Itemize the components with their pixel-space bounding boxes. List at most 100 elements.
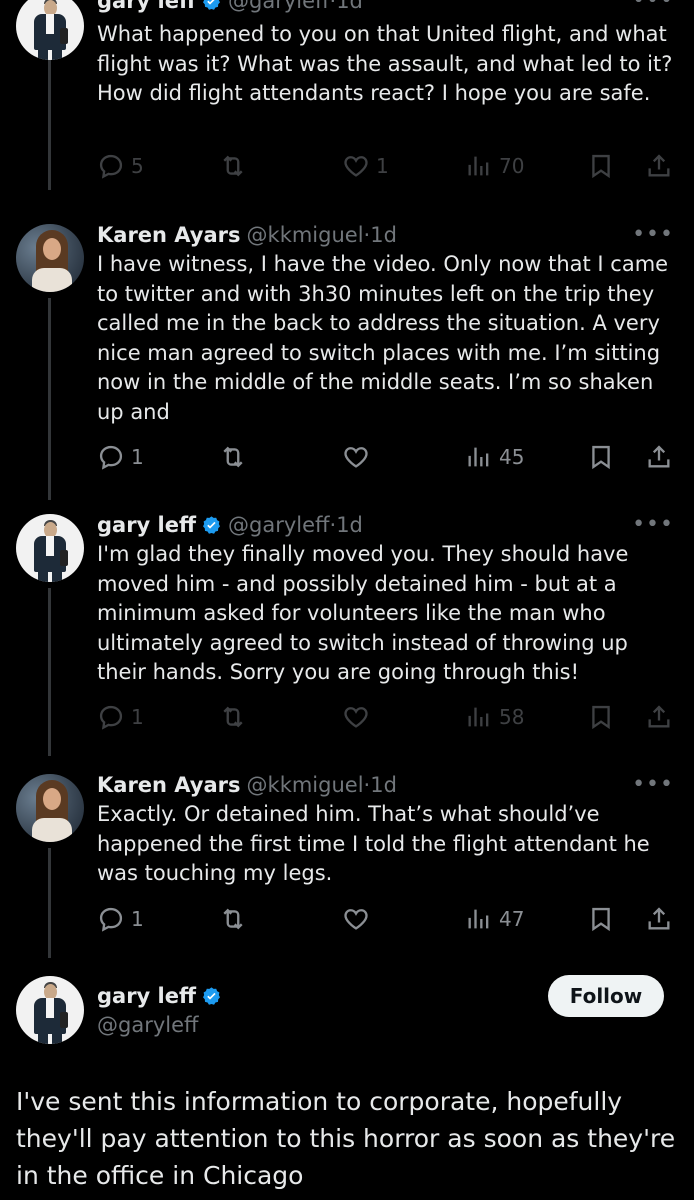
views-icon xyxy=(468,447,489,467)
tweet-header: Karen Ayars @kkmiguel · 1d xyxy=(97,770,397,800)
bookmark-icon xyxy=(592,154,610,179)
tweet-text: I'm glad they finally moved you. They sh… xyxy=(97,542,629,684)
avatar[interactable] xyxy=(16,224,84,292)
more-icon[interactable]: ••• xyxy=(632,222,674,247)
verified-badge-icon xyxy=(203,0,221,10)
like-button[interactable] xyxy=(342,441,376,473)
bookmark-button[interactable] xyxy=(587,150,615,182)
share-button[interactable] xyxy=(645,701,673,733)
avatar[interactable] xyxy=(16,774,84,842)
share-button[interactable] xyxy=(645,441,673,473)
reply-count: 1 xyxy=(131,705,144,729)
author-handle[interactable]: @garyleff xyxy=(228,513,329,537)
tweet-header: Karen Ayars @kkmiguel · 1d xyxy=(97,220,397,250)
reply-button[interactable]: 1 xyxy=(97,903,144,935)
reply-icon xyxy=(99,154,123,179)
tweet-actions: 1 45 xyxy=(97,441,677,473)
tweet-header: gary leff @garyleff · 1d xyxy=(97,510,363,540)
bookmark-button[interactable] xyxy=(587,701,615,733)
author-handle[interactable]: @garyleff xyxy=(228,0,329,13)
verified-badge-icon xyxy=(203,515,221,534)
retweet-button[interactable] xyxy=(219,903,253,935)
views-icon xyxy=(468,707,489,727)
views-count: 70 xyxy=(499,154,525,178)
main-tweet-handle-row: @garyleff xyxy=(97,1010,198,1040)
tweet-actions: 1 58 xyxy=(97,701,677,733)
author-handle[interactable]: @kkmiguel xyxy=(247,223,364,247)
tweet[interactable]: gary leff @garyleff · 1d ••• I'm glad th… xyxy=(0,510,694,760)
share-button[interactable] xyxy=(645,903,673,935)
like-button[interactable]: 1 xyxy=(342,150,389,182)
timestamp[interactable]: 1d xyxy=(336,513,363,537)
tweet[interactable]: Karen Ayars @kkmiguel · 1d ••• Exactly. … xyxy=(0,770,694,960)
like-button[interactable] xyxy=(342,701,376,733)
tweet-actions: 1 47 xyxy=(97,903,677,935)
separator: · xyxy=(329,513,337,537)
views-button[interactable]: 70 xyxy=(465,150,524,182)
reply-icon xyxy=(99,907,123,932)
avatar[interactable] xyxy=(16,976,84,1044)
tweet-text: I have witness, I have the video. Only n… xyxy=(97,252,669,424)
author-name[interactable]: gary leff xyxy=(97,513,196,537)
bookmark-button[interactable] xyxy=(587,441,615,473)
reply-button[interactable]: 5 xyxy=(97,150,144,182)
bookmark-icon xyxy=(592,705,610,730)
retweet-icon xyxy=(223,706,243,728)
timestamp[interactable]: 1d xyxy=(370,773,397,797)
retweet-icon xyxy=(223,446,243,468)
retweet-button[interactable] xyxy=(219,701,253,733)
timestamp[interactable]: 1d xyxy=(370,223,397,247)
avatar[interactable] xyxy=(16,514,84,582)
like-icon xyxy=(344,707,368,728)
more-icon[interactable]: ••• xyxy=(632,772,674,797)
main-tweet-text: I've sent this information to corporate,… xyxy=(16,1087,676,1190)
author-name[interactable]: Karen Ayars xyxy=(97,773,241,797)
bookmark-icon xyxy=(592,445,610,470)
reply-count: 5 xyxy=(131,154,144,178)
separator: · xyxy=(363,223,371,247)
author-handle[interactable]: @kkmiguel xyxy=(247,773,364,797)
tweet-text: What happened to you on that United flig… xyxy=(97,22,673,105)
author-name[interactable]: gary leff xyxy=(97,0,196,13)
reply-button[interactable]: 1 xyxy=(97,701,144,733)
more-icon[interactable]: ••• xyxy=(632,0,674,13)
bookmark-icon xyxy=(592,907,610,932)
author-name[interactable]: gary leff xyxy=(97,984,196,1008)
share-icon xyxy=(648,445,670,468)
reply-icon xyxy=(99,705,123,730)
tweet-text: Exactly. Or detained him. That’s what sh… xyxy=(97,802,650,885)
tweet[interactable]: gary leff @garyleff · 1d ••• What happen… xyxy=(0,0,694,200)
like-icon xyxy=(344,909,368,930)
retweet-icon xyxy=(223,908,243,930)
share-icon xyxy=(648,907,670,930)
share-button[interactable] xyxy=(645,150,673,182)
retweet-button[interactable] xyxy=(219,150,253,182)
like-button[interactable] xyxy=(342,903,376,935)
share-icon xyxy=(648,154,670,177)
retweet-button[interactable] xyxy=(219,441,253,473)
avatar[interactable] xyxy=(16,0,84,60)
follow-button[interactable]: Follow xyxy=(548,975,664,1017)
main-tweet-header: gary leff xyxy=(97,981,222,1011)
reply-icon xyxy=(99,445,123,470)
reply-button[interactable]: 1 xyxy=(97,441,144,473)
reply-count: 1 xyxy=(131,445,144,469)
separator: · xyxy=(363,773,371,797)
author-handle[interactable]: @garyleff xyxy=(97,1013,198,1037)
verified-badge-icon xyxy=(203,986,221,1005)
bookmark-button[interactable] xyxy=(587,903,615,935)
views-icon xyxy=(468,909,489,929)
more-icon[interactable]: ••• xyxy=(632,512,674,537)
views-button[interactable]: 58 xyxy=(465,701,524,733)
author-name[interactable]: Karen Ayars xyxy=(97,223,241,247)
views-icon xyxy=(468,156,489,176)
tweet[interactable]: Karen Ayars @kkmiguel · 1d ••• I have wi… xyxy=(0,220,694,510)
timestamp[interactable]: 1d xyxy=(336,0,363,13)
like-count: 1 xyxy=(376,154,389,178)
views-count: 58 xyxy=(499,705,525,729)
share-icon xyxy=(648,705,670,728)
views-count: 45 xyxy=(499,445,525,469)
views-button[interactable]: 47 xyxy=(465,903,524,935)
views-button[interactable]: 45 xyxy=(465,441,524,473)
tweet-header: gary leff @garyleff · 1d xyxy=(97,0,363,16)
